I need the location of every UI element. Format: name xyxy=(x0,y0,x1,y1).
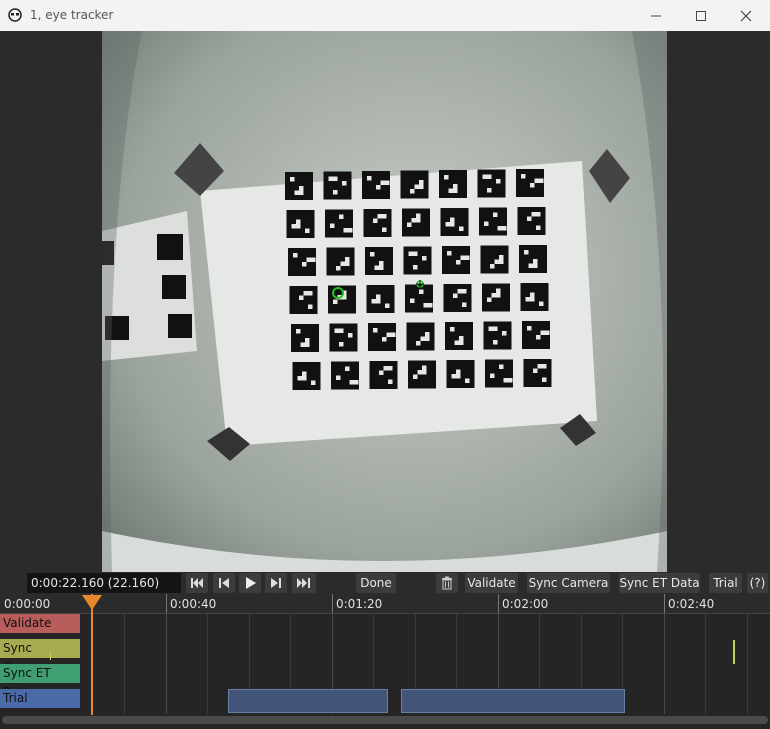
skip-to-start-button[interactable] xyxy=(186,573,208,593)
tick-label: 0:01:20 xyxy=(336,597,383,611)
help-button[interactable]: (?) xyxy=(747,573,768,593)
trial-segment[interactable] xyxy=(228,689,388,713)
tick-label: 0:02:40 xyxy=(668,597,715,611)
close-icon xyxy=(740,10,752,22)
skip-to-end-icon xyxy=(297,578,310,588)
track-label-sync-camera: Sync Camera xyxy=(0,639,80,674)
validate-button[interactable]: Validate xyxy=(465,573,518,593)
tick-line xyxy=(166,594,167,613)
video-area xyxy=(0,31,770,572)
step-back-button[interactable] xyxy=(213,573,235,593)
delete-button[interactable] xyxy=(436,573,458,593)
window-titlebar: 1, eye tracker xyxy=(0,0,770,32)
time-display: 0:00:22.160 (22.160) [644] xyxy=(27,573,181,610)
skip-to-end-button[interactable] xyxy=(292,573,316,593)
scene-video-frame[interactable] xyxy=(102,31,667,572)
eye-tracker-icon xyxy=(8,8,22,22)
trial-segment[interactable] xyxy=(401,689,625,713)
tick-label: 0:00:00 xyxy=(4,597,51,611)
track-label-validate: Validate xyxy=(0,614,80,633)
timeline[interactable]: 0:00:00 0:00:40 0:01:20 0:02:00 0:02:40 … xyxy=(0,594,770,729)
done-button[interactable]: Done xyxy=(356,573,396,593)
trash-icon xyxy=(442,576,452,590)
timeline-scrollbar[interactable] xyxy=(2,716,768,724)
minimize-icon xyxy=(651,15,661,17)
tick-label: 0:02:00 xyxy=(502,597,549,611)
step-forward-button[interactable] xyxy=(265,573,287,593)
playhead-line[interactable] xyxy=(91,594,93,715)
trial-button[interactable]: Trial xyxy=(709,573,742,593)
play-icon xyxy=(246,577,256,589)
close-button[interactable] xyxy=(723,0,769,31)
sync-camera-button[interactable]: Sync Camera xyxy=(527,573,610,593)
timeline-tracks[interactable]: Validate Sync Camera Sync ET Data Trial xyxy=(0,614,770,714)
tick-line xyxy=(664,594,665,613)
sync-et-data-button[interactable]: Sync ET Data xyxy=(619,573,700,593)
step-back-icon xyxy=(219,578,229,588)
tick-line xyxy=(332,594,333,613)
tick-label: 0:00:40 xyxy=(170,597,217,611)
maximize-icon xyxy=(696,11,706,21)
skip-to-start-icon xyxy=(191,578,203,588)
track-label-sync-et-data: Sync ET Data xyxy=(0,664,80,699)
maximize-button[interactable] xyxy=(678,0,724,31)
sync-camera-marker[interactable] xyxy=(50,652,51,660)
sync-camera-marker[interactable] xyxy=(733,640,735,664)
play-button[interactable] xyxy=(239,573,261,593)
window-title: 1, eye tracker xyxy=(30,8,114,22)
time-ruler[interactable]: 0:00:00 0:00:40 0:01:20 0:02:00 0:02:40 xyxy=(0,594,770,614)
playback-controls: 0:00:22.160 (22.160) [644] Done Validate… xyxy=(0,572,770,610)
minimize-button[interactable] xyxy=(633,0,679,31)
track-label-trial: Trial xyxy=(0,689,80,708)
step-forward-icon xyxy=(271,578,281,588)
tick-line xyxy=(498,594,499,613)
